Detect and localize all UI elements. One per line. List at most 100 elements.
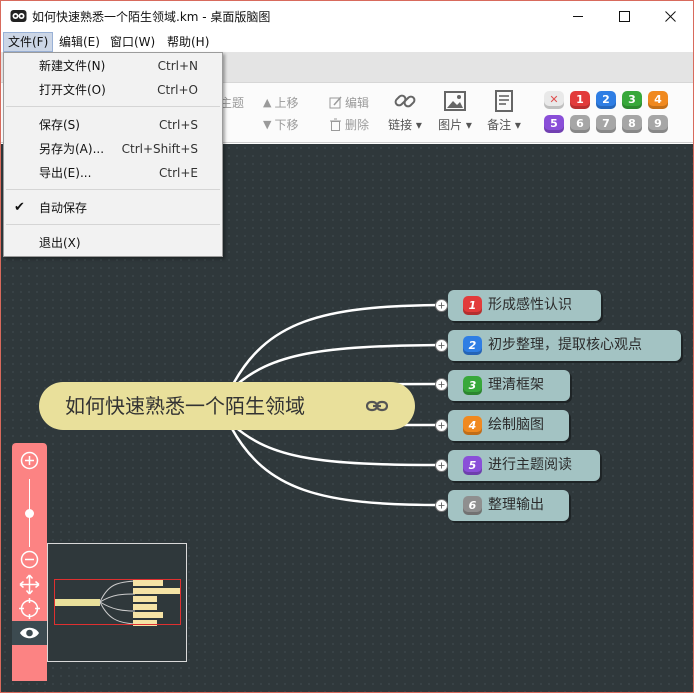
delete-button[interactable]: 删除 — [329, 116, 369, 133]
priority-1-badge: 1 — [463, 296, 482, 315]
minimap-viewport[interactable] — [54, 579, 181, 625]
move-up-label: 上移 — [274, 96, 299, 110]
move-down-button[interactable]: ▼ 下移 — [263, 116, 298, 133]
branch-topic-3[interactable]: 3 理清框架 — [448, 370, 570, 401]
expand-icon[interactable] — [435, 299, 448, 312]
file-menu-dropdown: 新建文件(N) Ctrl+N 打开文件(O) Ctrl+O 保存(S) Ctrl… — [3, 52, 223, 257]
branch-topic-2[interactable]: 2 初步整理，提取核心观点 — [448, 330, 681, 361]
priority-2-button[interactable]: 2 — [596, 91, 616, 109]
root-topic-text: 如何快速熟悉一个陌生领域 — [65, 394, 305, 418]
edit-button[interactable]: 编辑 — [329, 94, 369, 111]
app-logo-icon — [10, 10, 27, 22]
menu-item-label: 自动保存 — [39, 201, 88, 215]
expand-icon[interactable] — [435, 339, 448, 352]
note-button[interactable]: 备注 ▾ — [482, 89, 526, 139]
arrow-up-icon: ▲ — [263, 96, 272, 109]
menu-item-new[interactable]: 新建文件(N) Ctrl+N — [4, 55, 222, 77]
menu-item-save-as[interactable]: 另存为(A)... Ctrl+Shift+S — [4, 138, 222, 160]
zoom-panel — [12, 443, 47, 681]
link-icon — [394, 94, 416, 108]
close-button[interactable] — [647, 1, 693, 31]
image-label: 图片 ▾ — [438, 118, 472, 132]
branch-3-text: 理清框架 — [488, 377, 544, 393]
priority-1-button[interactable]: 1 — [570, 91, 590, 109]
menu-item-label: 另存为(A)... — [39, 142, 105, 156]
priority-9-button[interactable]: 9 — [648, 115, 668, 133]
image-icon — [444, 91, 466, 111]
priority-3-button[interactable]: 3 — [622, 91, 642, 109]
menu-separator — [6, 189, 220, 190]
priority-4-button[interactable]: 4 — [648, 91, 668, 109]
branch-topic-5[interactable]: 5 进行主题阅读 — [448, 450, 600, 481]
image-text: 图片 — [438, 118, 463, 132]
insert-topic-label: 主题 — [220, 96, 245, 110]
link-label: 链接 ▾ — [388, 118, 422, 132]
maximize-button[interactable] — [601, 1, 647, 31]
minimap-toggle-button[interactable] — [12, 621, 47, 645]
image-button[interactable]: 图片 ▾ — [433, 89, 477, 139]
move-up-button[interactable]: ▲ 上移 — [263, 94, 298, 111]
close-icon — [664, 10, 676, 22]
menu-item-label: 保存(S) — [39, 118, 80, 132]
expand-icon[interactable] — [435, 459, 448, 472]
remove-icon: ✕ — [549, 93, 559, 106]
link-text: 链接 — [388, 118, 413, 132]
menu-item-shortcut: Ctrl+N — [157, 59, 198, 73]
menu-item-label: 打开文件(O) — [39, 83, 106, 97]
arrow-down-icon: ▼ — [263, 118, 272, 131]
note-text: 备注 — [487, 118, 512, 132]
expand-icon[interactable] — [435, 499, 448, 512]
menu-item-autosave[interactable]: ✔ 自动保存 — [4, 197, 222, 219]
move-canvas-icon[interactable] — [19, 574, 40, 595]
locate-root-icon[interactable] — [19, 598, 40, 619]
minimize-icon — [572, 15, 583, 17]
zoom-out-icon[interactable] — [19, 549, 40, 570]
minimize-button[interactable] — [555, 1, 601, 31]
insert-topic-button[interactable]: 主题 — [220, 94, 244, 111]
branch-1-text: 形成感性认识 — [488, 297, 572, 313]
menu-item-label: 退出(X) — [39, 236, 81, 250]
menu-item-shortcut: Ctrl+S — [158, 118, 198, 132]
expand-icon[interactable] — [435, 419, 448, 432]
trash-icon — [330, 118, 341, 131]
app-window: 如何快速熟悉一个陌生领域.km - 桌面版脑图 文件(F) 编辑(E) 窗口(W… — [0, 0, 694, 693]
branch-2-text: 初步整理，提取核心观点 — [488, 337, 642, 353]
priority-7-button[interactable]: 7 — [596, 115, 616, 133]
menu-edit[interactable]: 编辑(E) — [55, 32, 104, 52]
move-down-label: 下移 — [274, 118, 299, 132]
menu-separator — [6, 106, 220, 107]
branch-4-text: 绘制脑图 — [488, 417, 544, 433]
menu-window[interactable]: 窗口(W) — [106, 32, 159, 52]
menu-item-open[interactable]: 打开文件(O) Ctrl+O — [4, 79, 222, 101]
expand-icon[interactable] — [435, 378, 448, 391]
link-icon[interactable] — [366, 396, 388, 416]
menu-separator — [6, 224, 220, 225]
branch-topic-6[interactable]: 6 整理输出 — [448, 490, 569, 521]
zoom-in-icon[interactable] — [19, 450, 40, 471]
zoom-slider-handle[interactable] — [25, 509, 34, 518]
priority-4-badge: 4 — [463, 416, 482, 435]
branch-topic-1[interactable]: 1 形成感性认识 — [448, 290, 601, 321]
branch-5-text: 进行主题阅读 — [488, 457, 572, 473]
menu-item-save[interactable]: 保存(S) Ctrl+S — [4, 114, 222, 136]
priority-clear-button[interactable]: ✕ — [544, 91, 564, 109]
priority-6-button[interactable]: 6 — [570, 115, 590, 133]
minimap[interactable] — [47, 543, 187, 662]
root-topic[interactable]: 如何快速熟悉一个陌生领域 — [39, 382, 415, 430]
delete-label: 删除 — [345, 118, 370, 132]
menu-item-exit[interactable]: 退出(X) — [4, 232, 222, 254]
window-title: 如何快速熟悉一个陌生领域.km - 桌面版脑图 — [32, 10, 271, 24]
branch-topic-4[interactable]: 4 绘制脑图 — [448, 410, 569, 441]
branch-6-text: 整理输出 — [488, 497, 544, 513]
priority-5-button[interactable]: 5 — [544, 115, 564, 133]
menu-help[interactable]: 帮助(H) — [163, 32, 213, 52]
menu-item-export[interactable]: 导出(E)... Ctrl+E — [4, 162, 222, 184]
menu-file[interactable]: 文件(F) — [3, 32, 53, 52]
priority-8-button[interactable]: 8 — [622, 115, 642, 133]
menu-item-shortcut: Ctrl+O — [157, 83, 198, 97]
menu-item-label: 导出(E)... — [39, 166, 92, 180]
menu-item-label: 新建文件(N) — [39, 59, 106, 73]
checkmark-icon: ✔ — [14, 200, 25, 215]
link-button[interactable]: 链接 ▾ — [383, 89, 427, 139]
edit-pencil-icon — [329, 96, 342, 109]
